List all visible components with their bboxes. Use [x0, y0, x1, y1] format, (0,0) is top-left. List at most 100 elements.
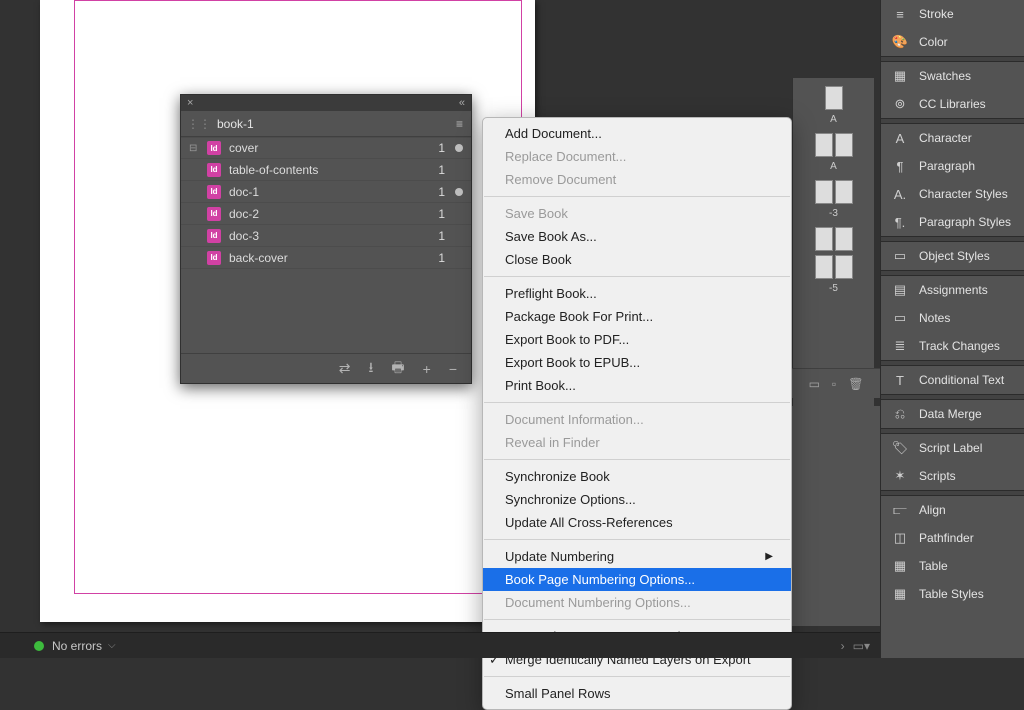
book-document-name: back-cover [229, 251, 435, 265]
menu-item[interactable]: Small Panel Rows [483, 682, 791, 705]
panel-tab-table-styles[interactable]: ▦Table Styles [881, 580, 1024, 608]
book-title: book-1 [217, 117, 254, 131]
indesign-doc-icon: Id [207, 163, 221, 177]
panel-tab-notes[interactable]: ▭Notes [881, 304, 1024, 332]
sync-icon[interactable]: ⇄ [339, 360, 351, 377]
panel-label: Stroke [919, 7, 954, 21]
indesign-doc-icon: Id [207, 229, 221, 243]
panel-tab-script-label[interactable]: 🏷Script Label [881, 434, 1024, 462]
panel-tab-paragraph-styles[interactable]: ¶.Paragraph Styles [881, 208, 1024, 236]
menu-item[interactable]: Print Book... [483, 374, 791, 397]
indesign-doc-icon: Id [207, 251, 221, 265]
panel-icon: ⎌ [891, 406, 909, 422]
menu-item[interactable]: Book Page Numbering Options... [483, 568, 791, 591]
panel-tab-conditional-text[interactable]: TConditional Text [881, 366, 1024, 394]
book-document-name: doc-3 [229, 229, 435, 243]
panel-tab-object-styles[interactable]: ▭Object Styles [881, 242, 1024, 270]
book-panel[interactable]: × « ⋮⋮ book-1 ≡ ⊟Idcover1Idtable-of-cont… [180, 94, 472, 384]
book-panel-header[interactable]: × « [181, 95, 471, 111]
pages-panel-footer: ▭ ▫ 🗑 [792, 368, 880, 398]
panel-label: Track Changes [919, 339, 1000, 353]
panel-icon: ⫍ [891, 502, 909, 518]
panel-tab-character-styles[interactable]: A.Character Styles [881, 180, 1024, 208]
panel-tab-data-merge[interactable]: ⎌Data Merge [881, 400, 1024, 428]
book-document-row[interactable]: Idtable-of-contents1 [181, 159, 471, 181]
panel-label: Notes [919, 311, 950, 325]
save-icon[interactable]: ⭳ [369, 357, 374, 381]
panel-tab-swatches[interactable]: ▦ Swatches [881, 62, 1024, 90]
indesign-doc-icon: Id [207, 185, 221, 199]
menu-item[interactable]: Export Book to PDF... [483, 328, 791, 351]
panel-label: Paragraph Styles [919, 215, 1011, 229]
pages-panel[interactable]: A A -3 -5 [792, 78, 874, 408]
right-panel-dock[interactable]: ≡Stroke🎨Color ▦ Swatches ⊚CC Libraries AChar… [880, 0, 1024, 658]
panel-icon: ◫ [891, 530, 909, 546]
book-document-row[interactable]: Iddoc-21 [181, 203, 471, 225]
panel-tab-character[interactable]: ACharacter [881, 124, 1024, 152]
book-document-name: cover [229, 141, 435, 155]
panel-tab-pathfinder[interactable]: ◫Pathfinder [881, 524, 1024, 552]
menu-item-label: Close Book [505, 251, 571, 268]
chevron-down-icon[interactable]: ⌵ [108, 640, 116, 651]
panel-tab-table[interactable]: ▦Table [881, 552, 1024, 580]
document-open-indicator [455, 144, 463, 152]
menu-item-label: Remove Document [505, 171, 616, 188]
page-label: -5 [793, 283, 874, 294]
menu-item[interactable]: Add Document... [483, 122, 791, 145]
panel-tab-stroke[interactable]: ≡Stroke [881, 0, 1024, 28]
edit-page-icon[interactable]: ▭ [809, 377, 820, 391]
menu-item[interactable]: Preflight Book... [483, 282, 791, 305]
menu-item[interactable]: Export Book to EPUB... [483, 351, 791, 374]
panel-tab-color[interactable]: 🎨Color [881, 28, 1024, 56]
book-document-row[interactable]: Iddoc-31 [181, 225, 471, 247]
menu-item[interactable]: Update Numbering▶ [483, 545, 791, 568]
chevron-right-icon[interactable]: › [841, 639, 845, 653]
panel-label: CC Libraries [919, 97, 986, 111]
lower-panel-area [792, 406, 880, 626]
panel-tab-paragraph[interactable]: ¶Paragraph [881, 152, 1024, 180]
menu-item[interactable]: Save Book As... [483, 225, 791, 248]
menu-item-label: Update All Cross-References [505, 514, 673, 531]
menu-item[interactable]: Update All Cross-References [483, 511, 791, 534]
menu-item-label: Export Book to PDF... [505, 331, 629, 348]
menu-item-label: Save Book As... [505, 228, 597, 245]
book-panel-context-menu[interactable]: Add Document...Replace Document...Remove… [482, 117, 792, 710]
indesign-doc-icon: Id [207, 207, 221, 221]
menu-item[interactable]: Package Book For Print... [483, 305, 791, 328]
preflight-status-text[interactable]: No errors [52, 639, 102, 653]
view-options-icon[interactable]: ▭▾ [853, 639, 870, 653]
book-document-list: ⊟Idcover1Idtable-of-contents1Iddoc-11Idd… [181, 137, 471, 269]
new-page-icon[interactable]: ▫ [832, 377, 836, 391]
book-document-pagecount: 1 [435, 185, 445, 199]
book-panel-tab[interactable]: ⋮⋮ book-1 ≡ [181, 111, 471, 137]
panel-tab-track-changes[interactable]: ≣Track Changes [881, 332, 1024, 360]
menu-separator [484, 276, 790, 277]
collapse-icon[interactable]: « [459, 97, 465, 109]
remove-icon[interactable]: − [449, 361, 457, 377]
trash-icon[interactable]: 🗑 [848, 377, 863, 391]
panel-label: Swatches [919, 69, 971, 83]
panel-tab-cc-libraries[interactable]: ⊚CC Libraries [881, 90, 1024, 118]
panel-label: Object Styles [919, 249, 990, 263]
menu-item[interactable]: Synchronize Book [483, 465, 791, 488]
menu-item-label: Document Information... [505, 411, 644, 428]
close-icon[interactable]: × [187, 97, 193, 109]
menu-item-label: Export Book to EPUB... [505, 354, 640, 371]
book-document-row[interactable]: ⊟Idcover1 [181, 137, 471, 159]
status-bar: No errors ⌵ › ▭▾ [0, 632, 880, 658]
add-icon[interactable]: + [423, 361, 431, 377]
menu-item[interactable]: Close Book [483, 248, 791, 271]
menu-item[interactable]: Synchronize Options... [483, 488, 791, 511]
panel-tab-assignments[interactable]: ▤Assignments [881, 276, 1024, 304]
book-document-row[interactable]: Iddoc-11 [181, 181, 471, 203]
print-icon[interactable]: 🖶 [391, 357, 404, 381]
panel-tab-scripts[interactable]: ✶Scripts [881, 462, 1024, 490]
panel-icon: ▦ [891, 68, 909, 84]
menu-separator [484, 196, 790, 197]
book-document-row[interactable]: Idback-cover1 [181, 247, 471, 269]
page-label: A [793, 161, 874, 172]
panel-menu-icon[interactable]: ≡ [456, 117, 463, 131]
menu-item: Document Information... [483, 408, 791, 431]
panel-tab-align[interactable]: ⫍Align [881, 496, 1024, 524]
panel-label: Script Label [919, 441, 982, 455]
